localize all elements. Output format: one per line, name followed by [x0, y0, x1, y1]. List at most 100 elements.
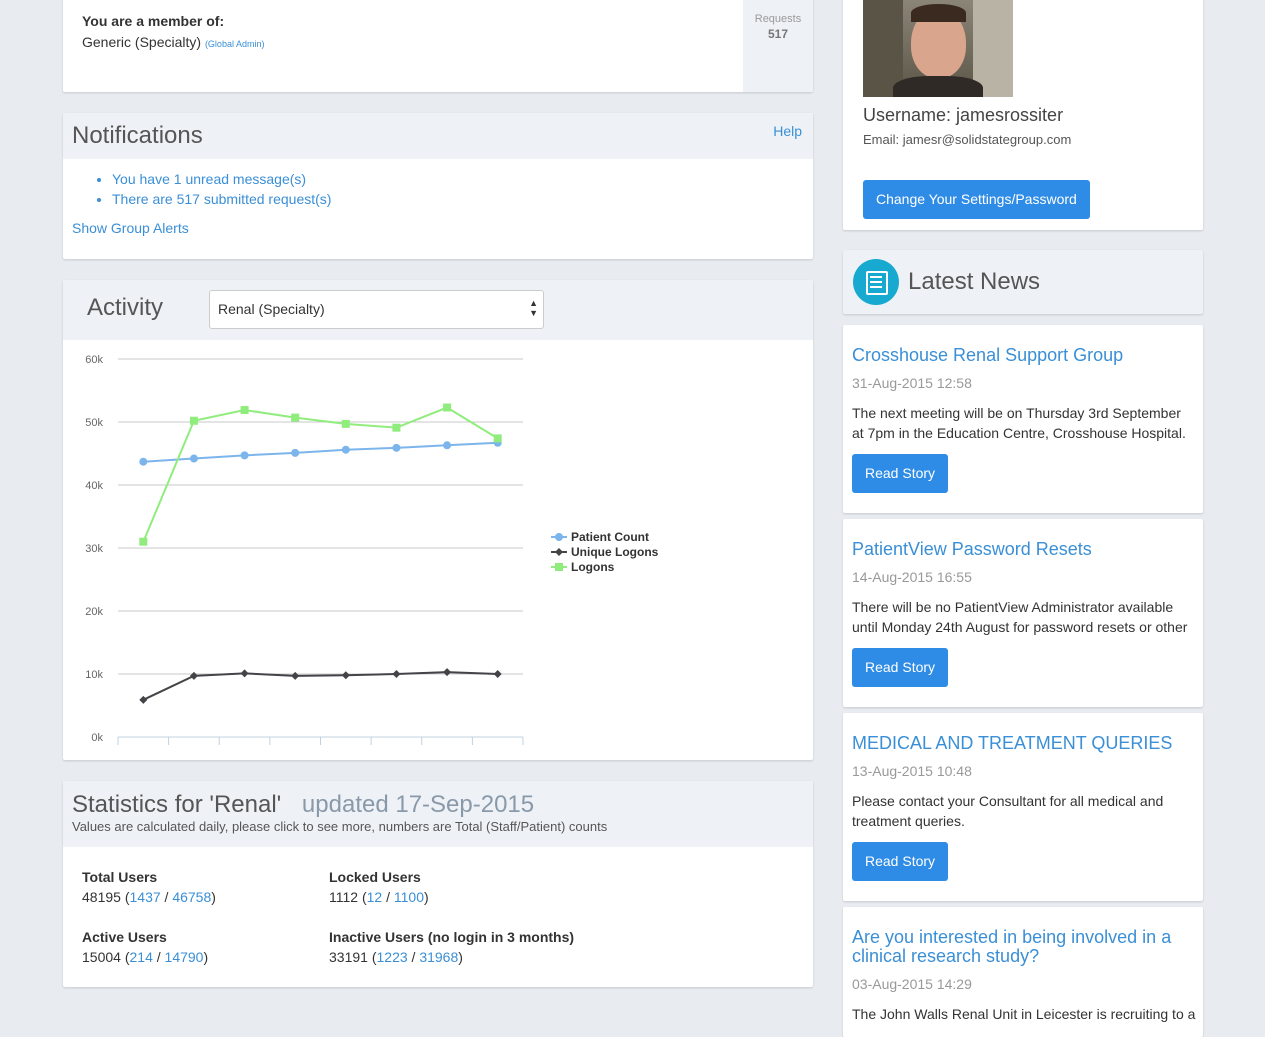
- news-title[interactable]: MEDICAL AND TREATMENT QUERIES: [852, 734, 1172, 753]
- stat-label: Locked Users: [329, 869, 421, 885]
- stat-patient-link[interactable]: 31968: [419, 949, 458, 965]
- stat-total: 1112: [329, 889, 359, 905]
- data-point: [493, 670, 502, 678]
- news-date: 31-Aug-2015 12:58: [852, 375, 972, 391]
- membership-group-line: Generic (Specialty) (Global Admin): [82, 34, 264, 50]
- data-point: [392, 670, 401, 678]
- show-group-alerts-link[interactable]: Show Group Alerts: [72, 220, 189, 236]
- data-point: [189, 416, 198, 425]
- requests-label: Requests: [754, 13, 802, 25]
- y-tick-label: 10k: [85, 669, 103, 681]
- stat-total: 48195: [82, 889, 121, 905]
- news-body: The next meeting will be on Thursday 3rd…: [852, 405, 1186, 441]
- data-point: [392, 423, 401, 432]
- membership-group: Generic (Specialty): [82, 34, 202, 50]
- read-story-button[interactable]: Read Story: [852, 454, 949, 493]
- data-point: [240, 669, 249, 678]
- y-tick-label: 60k: [85, 354, 103, 366]
- avatar: [863, 0, 1013, 97]
- data-point: [341, 419, 350, 428]
- y-tick-label: 0k: [91, 732, 103, 744]
- requests-box[interactable]: Requests 517: [743, 0, 813, 92]
- stat-patient-link[interactable]: 46758: [172, 889, 211, 905]
- latest-news-header: Latest News: [843, 250, 1203, 314]
- news-item: MEDICAL AND TREATMENT QUERIES 13-Aug-201…: [843, 713, 1203, 901]
- notifications-panel: Notifications Help You have 1 unread mes…: [63, 113, 813, 259]
- news-title[interactable]: Are you interested in being involved in …: [852, 928, 1197, 966]
- change-settings-button[interactable]: Change Your Settings/Password: [863, 180, 1090, 219]
- data-point: [443, 403, 452, 412]
- stat-staff-link[interactable]: 1437: [130, 889, 161, 905]
- statistics-subtitle: Values are calculated daily, please clic…: [72, 819, 608, 834]
- data-point: [392, 443, 401, 452]
- stat-patient-link[interactable]: 1100: [394, 889, 424, 905]
- news-body: The John Walls Renal Unit in Leicester i…: [852, 1006, 1196, 1022]
- profile-username: Username: jamesrossiter: [863, 105, 1064, 125]
- group-select[interactable]: Renal (Specialty) ▲ ▼: [209, 290, 544, 329]
- membership-role: (Global Admin): [204, 39, 265, 49]
- group-select-value: Renal (Specialty): [218, 301, 325, 317]
- stat-total: 33191: [329, 949, 368, 965]
- latest-news-title: Latest News: [908, 268, 1041, 295]
- stat-cell[interactable]: Inactive Users (no login in 3 months) 331…: [329, 927, 574, 967]
- stat-values: 48195 (1437 / 46758): [82, 889, 216, 905]
- data-point: [240, 406, 249, 415]
- news-title[interactable]: PatientView Password Resets: [852, 540, 1092, 559]
- data-point: [139, 457, 148, 466]
- stat-values: 15004 (214 / 14790): [82, 949, 209, 965]
- stat-cell[interactable]: Locked Users 1112 (12 / 1100): [329, 867, 429, 907]
- data-point: [493, 434, 502, 443]
- stat-patient-link[interactable]: 14790: [165, 949, 204, 965]
- statistics-updated: updated 17-Sep-2015: [301, 791, 535, 818]
- activity-header: Activity Renal (Specialty) ▲ ▼: [63, 280, 813, 340]
- news-date: 03-Aug-2015 14:29: [852, 976, 972, 992]
- news-title[interactable]: Crosshouse Renal Support Group: [852, 346, 1123, 365]
- data-point: [341, 671, 350, 680]
- notifications-list: You have 1 unread message(s) There are 5…: [63, 169, 813, 209]
- y-tick-label: 30k: [85, 543, 103, 555]
- y-tick-label: 20k: [85, 606, 103, 618]
- data-point: [139, 537, 148, 546]
- stat-staff-link[interactable]: 12: [367, 889, 383, 905]
- profile-panel: Username: jamesrossiter Email: jamesr@so…: [843, 0, 1203, 230]
- statistics-title-line: Statistics for 'Renal' updated 17-Sep-20…: [72, 791, 534, 819]
- stat-label: Total Users: [82, 869, 158, 885]
- news-item: Are you interested in being involved in …: [843, 907, 1203, 1037]
- data-point: [341, 445, 350, 454]
- membership-panel: You are a member of: Generic (Specialty)…: [63, 0, 813, 92]
- help-link[interactable]: Help: [773, 123, 802, 139]
- statistics-title: Statistics for 'Renal': [72, 791, 282, 818]
- notification-submitted-requests[interactable]: There are 517 submitted request(s): [112, 189, 813, 209]
- legend-marker: [555, 548, 563, 556]
- data-point: [291, 448, 300, 457]
- data-point: [443, 668, 452, 677]
- legend-marker: [555, 563, 563, 571]
- news-body: There will be no PatientView Administrat…: [852, 599, 1188, 635]
- read-story-button[interactable]: Read Story: [852, 842, 949, 881]
- notifications-header: Notifications Help: [63, 113, 813, 159]
- legend-label: Logons: [571, 560, 615, 574]
- stat-label: Inactive Users (no login in 3 months): [329, 929, 575, 945]
- notifications-title: Notifications: [72, 122, 203, 149]
- requests-count: 517: [767, 27, 789, 41]
- activity-chart: 0k 10k 20k 30k 40k 50k 60k Patient CountUnique …: [85, 354, 659, 745]
- y-tick-label: 40k: [85, 480, 103, 492]
- stat-cell[interactable]: Total Users 48195 (1437 / 46758): [82, 867, 216, 907]
- select-arrows-icon: ▲ ▼: [529, 298, 538, 318]
- news-item: Crosshouse Renal Support Group 31-Aug-20…: [843, 325, 1203, 513]
- legend-label: Patient Count: [571, 530, 649, 544]
- stat-values: 33191 (1223 / 31968): [329, 949, 463, 965]
- stat-cell[interactable]: Active Users 15004 (214 / 14790): [82, 927, 208, 967]
- activity-title: Activity: [87, 294, 164, 321]
- series-line-logons: [142, 406, 499, 543]
- news-body: Please contact your Consultant for all m…: [852, 793, 1164, 829]
- profile-email: Email: jamesr@solidstategroup.com: [863, 132, 1072, 147]
- data-point: [443, 441, 452, 450]
- stat-staff-link[interactable]: 1223: [377, 949, 408, 965]
- read-story-button[interactable]: Read Story: [852, 648, 949, 687]
- stat-staff-link[interactable]: 214: [130, 949, 153, 965]
- stat-values: 1112 (12 / 1100): [329, 889, 429, 905]
- notification-unread-messages[interactable]: You have 1 unread message(s): [112, 169, 813, 189]
- news-item: PatientView Password Resets 14-Aug-2015 …: [843, 519, 1203, 707]
- newspaper-icon: [853, 259, 899, 305]
